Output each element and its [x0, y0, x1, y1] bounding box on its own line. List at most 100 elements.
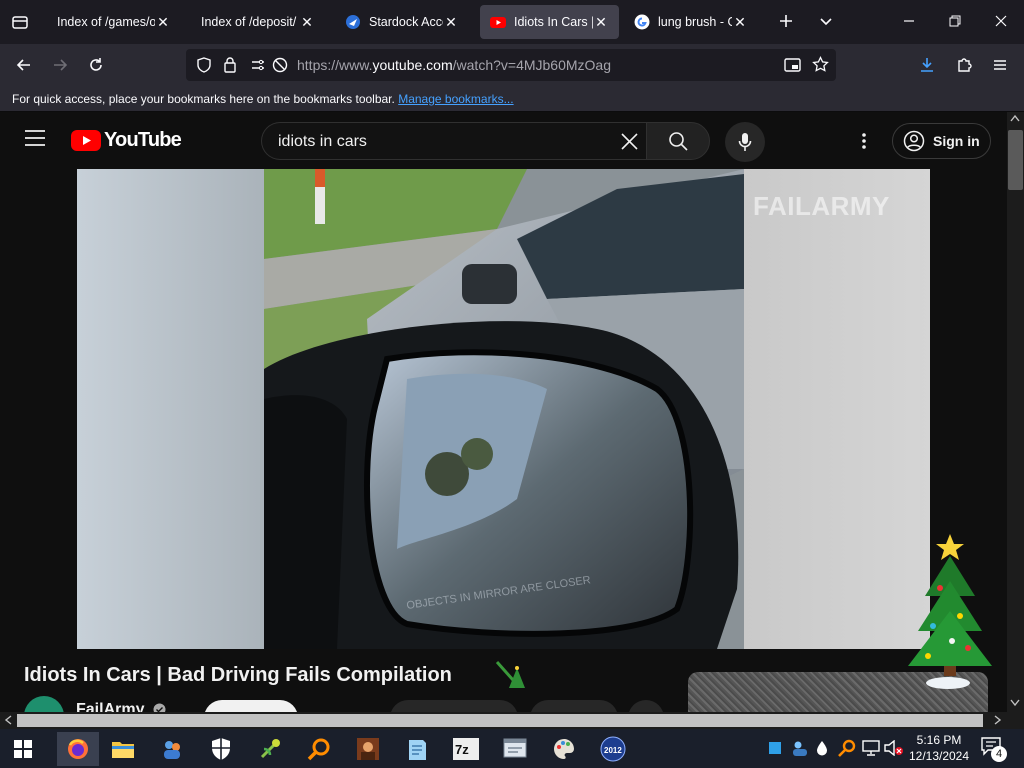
minimize-button[interactable] [895, 8, 923, 34]
arrow-right-icon [54, 59, 68, 71]
sign-in-button[interactable]: Sign in [892, 123, 991, 159]
network-icon[interactable] [862, 740, 880, 756]
water-drop-icon[interactable] [816, 740, 828, 756]
video-frame: OBJECTS IN MIRROR ARE CLOSER [77, 169, 930, 649]
video-watermark: FAILARMY [753, 191, 890, 221]
tab-google[interactable]: lung brush - Go ✕ [624, 5, 758, 39]
taskbar-security-app[interactable] [206, 734, 236, 764]
extensions-button[interactable] [950, 52, 978, 78]
list-tabs-button[interactable] [812, 8, 840, 34]
scroll-right-arrow-icon[interactable] [994, 715, 1002, 725]
youtube-icon [490, 17, 506, 28]
scroll-up-arrow-icon[interactable] [1010, 114, 1020, 122]
taskbar-paint-app[interactable] [549, 734, 579, 764]
microphone-icon [738, 133, 752, 151]
more-actions-button[interactable] [628, 700, 664, 712]
action-center-button[interactable]: 4 [980, 736, 1010, 762]
bookmarks-toolbar: For quick access, place your bookmarks h… [0, 85, 1024, 112]
tab-label: Idiots In Cars | B [514, 15, 593, 29]
folder-icon [112, 742, 134, 758]
settings-menu-button[interactable] [856, 131, 872, 151]
tab-games[interactable]: Index of /games/oth ✕ [47, 5, 181, 39]
scroll-left-arrow-icon[interactable] [4, 715, 12, 725]
youtube-page: YouTube idiots in cars Sign in OBJECTS I… [0, 112, 1007, 712]
clear-search-icon[interactable] [620, 132, 639, 151]
shield-icon[interactable] [196, 57, 212, 73]
subscribe-button[interactable] [204, 700, 298, 712]
share-button[interactable] [530, 700, 618, 712]
vertical-scrollbar-thumb[interactable] [1008, 130, 1023, 190]
taskbar-people-app[interactable] [157, 734, 187, 764]
restore-icon [949, 15, 961, 27]
taskbar-notes-app[interactable] [402, 734, 432, 764]
close-window-button[interactable] [987, 8, 1015, 34]
app-menu-button[interactable] [986, 52, 1014, 78]
search-input[interactable]: idiots in cars [261, 122, 647, 160]
start-button[interactable] [8, 734, 38, 764]
tab-strip: Index of /games/oth ✕ Index of /deposit/… [0, 0, 1024, 44]
autoplay-blocked-icon[interactable] [272, 57, 288, 73]
url-bar[interactable]: https://www.youtube.com/watch?v=4MJb60Mz… [186, 49, 836, 81]
tray-magnifier-icon[interactable] [838, 739, 856, 757]
verified-icon [153, 703, 166, 712]
voice-search-button[interactable] [725, 122, 765, 162]
taskbar-file-explorer[interactable] [108, 734, 138, 764]
taskbar-year-app[interactable]: 2012 [598, 734, 628, 764]
taskbar-app-plant[interactable] [255, 734, 285, 764]
photo-icon [357, 738, 379, 760]
channel-avatar[interactable] [24, 696, 64, 712]
search-button[interactable] [646, 122, 710, 160]
tab-label: Index of /games/oth [57, 15, 155, 29]
channel-name[interactable]: FailArmy [76, 701, 166, 712]
windows-logo-icon [14, 740, 32, 758]
tab-deposit[interactable]: Index of /deposit/ ✕ [191, 5, 325, 39]
close-icon[interactable]: ✕ [155, 14, 171, 31]
hamburger-icon [994, 60, 1006, 70]
close-icon[interactable]: ✕ [732, 14, 748, 31]
reload-button[interactable] [82, 52, 110, 78]
tab-youtube[interactable]: Idiots In Cars | B ✕ [480, 5, 619, 39]
downloads-button[interactable] [913, 52, 941, 78]
star-icon[interactable] [812, 56, 829, 73]
system-clock[interactable]: 5:16 PM 12/13/2024 [907, 732, 971, 764]
manage-bookmarks-link[interactable]: Manage bookmarks... [398, 92, 513, 106]
taskbar-window-app[interactable] [500, 734, 530, 764]
horizontal-scrollbar-thumb[interactable] [17, 714, 983, 727]
tray-app-icon[interactable] [768, 740, 782, 756]
tray-people-icon[interactable] [791, 739, 809, 757]
taskbar-search-tool[interactable] [304, 734, 334, 764]
new-tab-button[interactable] [772, 8, 800, 34]
url-text[interactable]: https://www.youtube.com/watch?v=4MJb60Mz… [297, 57, 611, 73]
lock-icon[interactable] [223, 56, 237, 73]
forward-button[interactable] [46, 52, 74, 78]
permissions-icon[interactable] [250, 57, 266, 73]
reload-icon [90, 58, 102, 71]
back-button[interactable] [10, 52, 38, 78]
vertical-scrollbar[interactable] [1007, 112, 1024, 712]
like-dislike-button[interactable] [390, 700, 518, 712]
taskbar-7zip[interactable]: 7z [451, 734, 481, 764]
volume-muted-icon[interactable] [884, 740, 904, 756]
magnifier-icon [307, 738, 330, 761]
taskbar-image-app[interactable] [353, 734, 383, 764]
svg-text:7z: 7z [455, 742, 469, 757]
firefox-view-button[interactable] [6, 9, 34, 35]
account-icon [903, 130, 925, 152]
picture-in-picture-icon[interactable] [784, 57, 801, 73]
7zip-icon: 7z [453, 738, 479, 760]
more-vertical-icon [862, 133, 866, 149]
close-icon[interactable]: ✕ [593, 14, 609, 31]
shield-icon [212, 738, 230, 760]
taskbar-firefox[interactable] [57, 732, 99, 766]
tab-stardock[interactable]: Stardock Accou ✕ [335, 5, 469, 39]
scroll-down-arrow-icon[interactable] [1010, 699, 1020, 707]
close-icon[interactable]: ✕ [299, 14, 315, 31]
download-icon [921, 58, 933, 72]
video-player[interactable]: OBJECTS IN MIRROR ARE CLOSER FAILARMY [77, 169, 930, 649]
youtube-logo[interactable]: YouTube [71, 129, 182, 152]
guide-menu-button[interactable] [24, 129, 46, 147]
notification-count-badge: 4 [991, 746, 1007, 762]
youtube-masthead: YouTube idiots in cars Sign in [0, 112, 1007, 169]
restore-button[interactable] [941, 8, 969, 34]
close-icon[interactable]: ✕ [443, 14, 459, 31]
